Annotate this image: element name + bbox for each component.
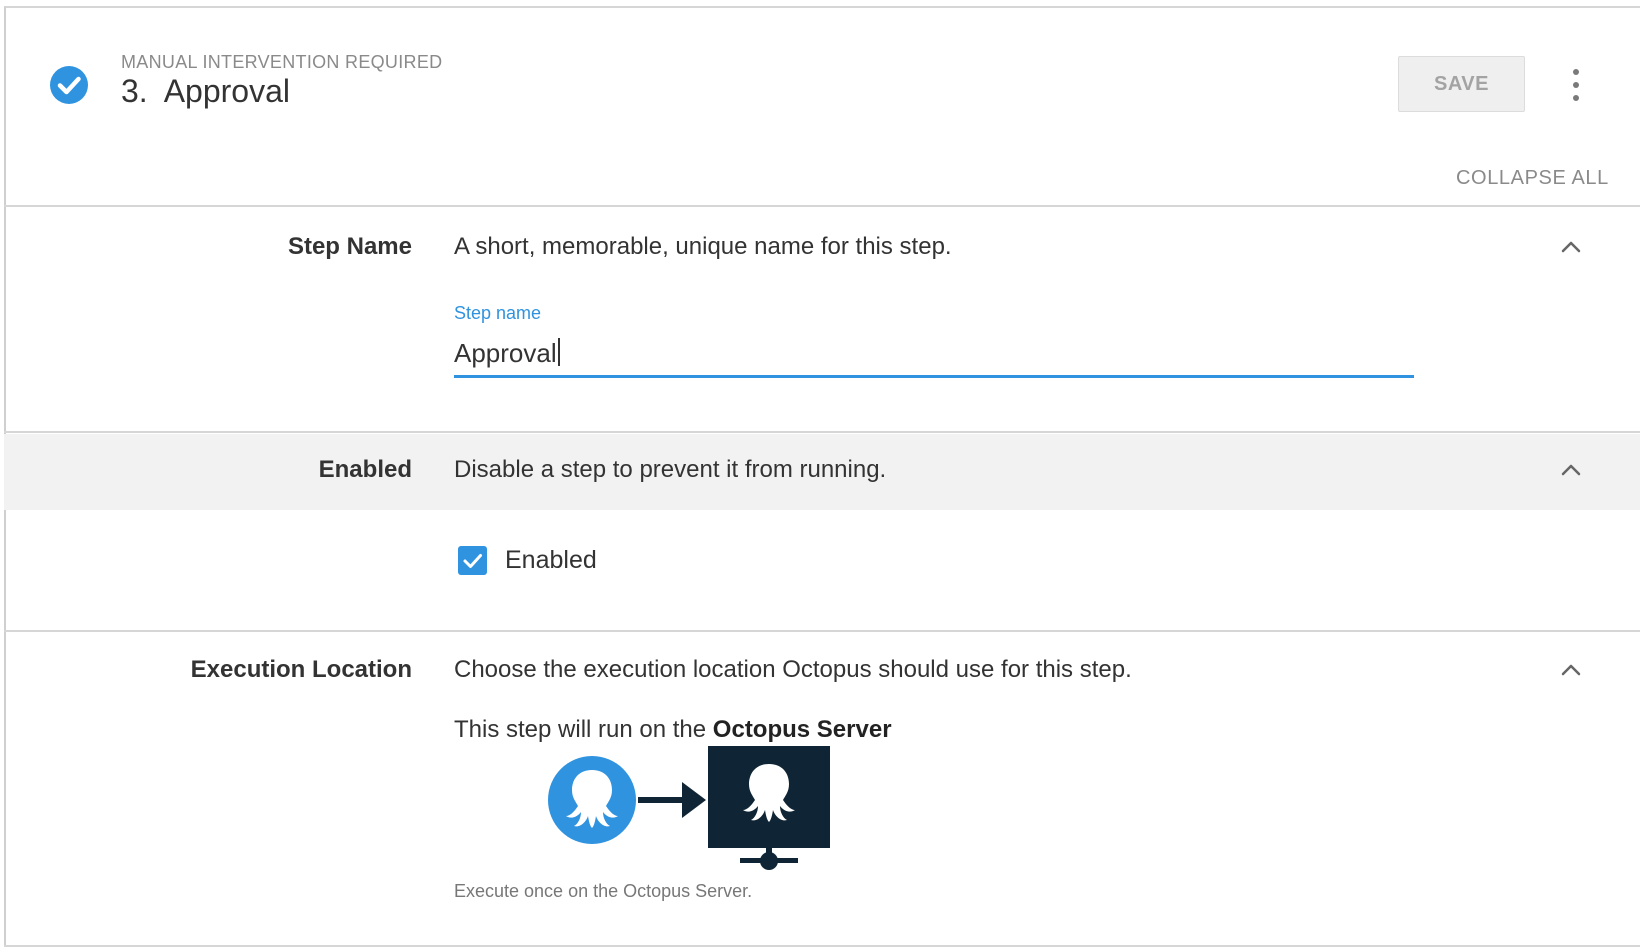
enabled-description: Disable a step to prevent it from runnin… (454, 456, 887, 483)
more-vertical-icon[interactable] (1566, 68, 1586, 102)
collapse-all-link[interactable]: COLLAPSE ALL (1456, 167, 1609, 190)
check-circle-icon (50, 66, 88, 104)
header-divider (4, 205, 1640, 207)
chevron-up-icon[interactable] (1560, 663, 1582, 677)
server-icon (708, 746, 830, 870)
execution-location-description: Choose the execution location Octopus sh… (454, 656, 1132, 683)
arrow-right-icon (638, 782, 706, 818)
step-name-input[interactable]: Approval (454, 338, 1414, 378)
execution-target-name: Octopus Server (712, 716, 892, 743)
checkmark-icon (463, 554, 482, 568)
octopus-server-diagram (548, 746, 830, 870)
chevron-up-icon[interactable] (1560, 463, 1582, 477)
step-name-field-label: Step name (454, 303, 542, 323)
enabled-section-label: Enabled (318, 456, 412, 483)
step-name-divider (4, 431, 1640, 433)
save-button[interactable]: SAVE (1398, 56, 1525, 112)
execution-location-section-label: Execution Location (190, 656, 412, 683)
octopus-logo-icon (548, 756, 636, 844)
enabled-checkbox-label[interactable]: Enabled (505, 546, 597, 575)
step-header: MANUAL INTERVENTION REQUIRED 3. Approval… (0, 0, 1640, 205)
execution-target-text: This step will run on the Octopus Server (454, 716, 892, 744)
text-caret (557, 338, 560, 366)
execution-target-prefix: This step will run on the (454, 716, 713, 743)
step-name-input-value: Approval (454, 338, 557, 368)
execution-location-caption: Execute once on the Octopus Server. (454, 881, 753, 901)
enabled-divider (4, 630, 1640, 632)
chevron-up-icon[interactable] (1560, 240, 1582, 254)
page-title: 3. Approval (121, 73, 290, 109)
enabled-checkbox[interactable] (458, 546, 487, 575)
step-name-section-label: Step Name (287, 233, 412, 260)
frame-bottom-border (4, 945, 1640, 947)
step-name-description: A short, memorable, unique name for this… (454, 233, 952, 260)
step-type-label: MANUAL INTERVENTION REQUIRED (121, 52, 443, 72)
